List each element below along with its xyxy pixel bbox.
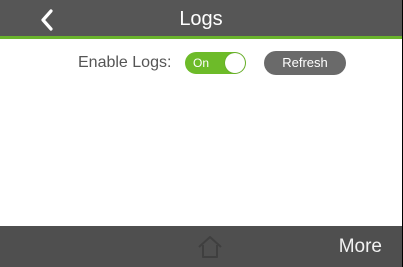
- toggle-state-label: On: [193, 56, 210, 70]
- more-button[interactable]: More: [339, 226, 382, 267]
- header-bar: Logs: [0, 0, 402, 39]
- page-title: Logs: [179, 8, 223, 30]
- logs-content: Enable Logs: On Refresh: [0, 39, 402, 226]
- toggle-knob: [225, 53, 245, 73]
- enable-logs-toggle[interactable]: On: [185, 52, 246, 74]
- footer-bar: More: [0, 226, 402, 267]
- logs-screen: Logs Enable Logs: On Refresh More: [0, 0, 403, 267]
- home-button[interactable]: [196, 234, 224, 260]
- home-icon: [198, 236, 222, 258]
- enable-logs-label: Enable Logs:: [78, 54, 172, 71]
- refresh-button[interactable]: Refresh: [264, 51, 346, 75]
- enable-logs-row: Enable Logs: On Refresh: [0, 51, 402, 75]
